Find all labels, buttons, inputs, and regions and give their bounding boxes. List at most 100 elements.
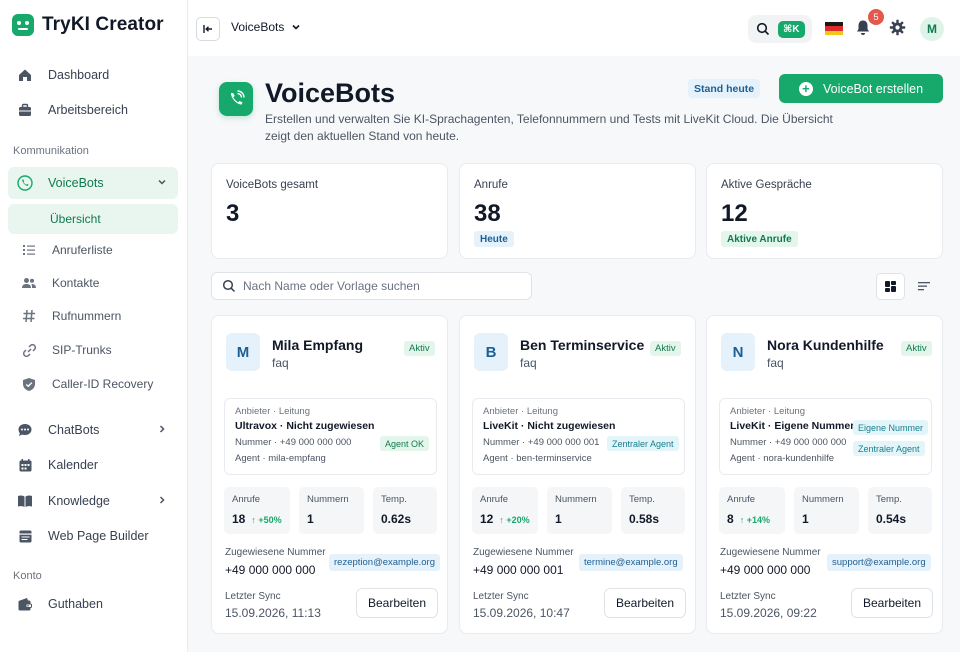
metric-calls: Anrufe 18 ↑ +50% <box>224 487 290 534</box>
link-icon <box>20 341 38 359</box>
metric-numbers: Nummern 1 <box>299 487 364 534</box>
sidebar: TryKI Creator Dashboard Arbeitsbereich K… <box>0 0 188 652</box>
sidebar-subitem-kontakte[interactable]: Kontakte <box>8 268 178 298</box>
sidebar-item-label: VoiceBots <box>48 176 104 190</box>
stat-value: 12 <box>721 200 748 227</box>
shortcut-badge: ⌘K <box>778 20 805 38</box>
grid-view-toggle[interactable] <box>876 273 905 300</box>
metric-label: Nummern <box>802 494 844 505</box>
bell-icon[interactable] <box>855 19 871 41</box>
metric-numbers: Nummern 1 <box>794 487 859 534</box>
german-flag-icon[interactable] <box>825 22 843 35</box>
collapse-sidebar-button[interactable] <box>196 17 220 41</box>
chevron-down-icon <box>156 176 168 191</box>
stat-card-active-conversations: Aktive Gespräche 12 Aktive Anrufe <box>706 163 943 259</box>
stat-tag: Heute <box>474 231 514 247</box>
sidebar-item-kalender[interactable]: Kalender <box>8 449 178 481</box>
sidebar-item-label: Anruferliste <box>52 243 113 257</box>
stand-badge: Stand heute <box>688 79 761 98</box>
sidebar-item-label: Dashboard <box>48 68 110 82</box>
voicebot-card[interactable]: M Mila Empfang faq Aktiv Anbieter · Leit… <box>211 315 448 634</box>
sidebar-item-label: ChatBots <box>48 423 100 437</box>
stat-label: Anrufe <box>474 179 508 191</box>
assigned-number-value: +49 000 000 000 <box>225 563 316 577</box>
sidebar-item-guthaben[interactable]: Guthaben <box>8 588 178 620</box>
calendar-icon <box>16 456 34 474</box>
bot-search-field[interactable] <box>211 272 532 300</box>
hash-icon <box>20 307 38 325</box>
sidebar-item-arbeitsbereich[interactable]: Arbeitsbereich <box>8 94 178 126</box>
stat-label: VoiceBots gesamt <box>226 179 319 191</box>
provider-info-box: Anbieter · Leitung LiveKit · Nicht zugew… <box>472 398 685 475</box>
sidebar-subitem-uebersicht[interactable]: Übersicht <box>8 204 178 234</box>
wallet-icon <box>16 595 34 613</box>
contacts-icon <box>20 274 38 292</box>
search-input[interactable] <box>243 279 513 293</box>
metric-numbers: Nummern 1 <box>547 487 612 534</box>
metric-label: Anrufe <box>480 494 508 505</box>
number-line: Nummer · +49 000 000 000 <box>730 437 847 448</box>
edit-button[interactable]: Bearbeiten <box>356 588 438 618</box>
list-view-toggle[interactable] <box>917 279 931 297</box>
shield-icon <box>20 375 38 393</box>
voicebot-card[interactable]: N Nora Kundenhilfe faq Aktiv Anbieter · … <box>706 315 943 634</box>
sidebar-subitem-caller-id-recovery[interactable]: Caller-ID Recovery <box>8 369 178 399</box>
book-icon <box>16 492 34 510</box>
bot-name: Nora Kundenhilfe <box>767 337 884 353</box>
create-voicebot-button[interactable]: + VoiceBot erstellen <box>779 74 943 103</box>
provider-info-box: Anbieter · Leitung LiveKit · Eigene Numm… <box>719 398 932 475</box>
sidebar-item-dashboard[interactable]: Dashboard <box>8 59 178 91</box>
provider-value: LiveKit · Nicht zugewiesen <box>483 420 616 432</box>
last-sync-value: 15.09.2026, 11:13 <box>225 606 321 620</box>
assigned-number-value: +49 000 000 001 <box>473 563 564 577</box>
sidebar-item-label: Kalender <box>48 458 99 472</box>
home-icon <box>16 66 34 84</box>
metric-label: Nummern <box>555 494 597 505</box>
metric-label: Anrufe <box>232 494 260 505</box>
sidebar-item-label: Caller-ID Recovery <box>52 377 154 391</box>
trend-up: ↑ +50% <box>251 515 282 525</box>
last-sync-label: Letzter Sync <box>225 591 281 602</box>
collapse-icon <box>203 25 212 33</box>
stat-card-voicebots-total: VoiceBots gesamt 3 <box>211 163 448 259</box>
status-badge: Aktiv <box>901 341 932 356</box>
edit-button[interactable]: Bearbeiten <box>851 588 933 618</box>
provider-value: Ultravox · Nicht zugewiesen <box>235 420 375 432</box>
bot-template: faq <box>520 356 537 370</box>
agent-line: Agent · nora-kundenhilfe <box>730 453 835 464</box>
edit-button[interactable]: Bearbeiten <box>604 588 686 618</box>
brand-name: TryKI Creator <box>42 14 164 35</box>
section-label-konto: Konto <box>13 570 42 582</box>
gear-icon[interactable] <box>889 19 906 41</box>
sidebar-subitem-anruferliste[interactable]: Anruferliste <box>8 235 178 265</box>
metric-value: 12 <box>480 512 494 526</box>
metric-value: 0.54s <box>876 512 907 526</box>
stat-value: 38 <box>474 200 501 227</box>
sidebar-item-chatbots[interactable]: ChatBots <box>8 414 178 446</box>
search-icon <box>756 22 770 36</box>
info-label: Anbieter · Leitung <box>235 406 310 417</box>
sidebar-subitem-sip-trunks[interactable]: SIP-Trunks <box>8 335 178 365</box>
breadcrumb[interactable]: VoiceBots <box>231 20 302 34</box>
notification-count-badge: 5 <box>868 9 884 25</box>
agent-status-tag: Zentraler Agent <box>607 436 679 451</box>
metric-temp: Temp. 0.54s <box>868 487 932 534</box>
search-icon <box>222 279 236 293</box>
voicebot-page-icon <box>219 82 253 116</box>
sort-lines-icon <box>918 282 930 291</box>
sidebar-item-web-page-builder[interactable]: Web Page Builder <box>8 520 178 552</box>
sidebar-item-knowledge[interactable]: Knowledge <box>8 485 178 517</box>
metric-label: Anrufe <box>727 494 755 505</box>
sidebar-item-voicebots[interactable]: VoiceBots <box>8 167 178 199</box>
brand[interactable]: TryKI Creator <box>12 14 164 36</box>
metric-value: 8 <box>727 512 734 526</box>
sidebar-item-label: Guthaben <box>48 597 103 611</box>
voicebot-card[interactable]: B Ben Terminservice faq Aktiv Anbieter ·… <box>459 315 696 634</box>
assigned-number-label: Zugewiesene Nummer <box>720 547 821 558</box>
sidebar-subitem-rufnummern[interactable]: Rufnummern <box>8 301 178 331</box>
info-label: Anbieter · Leitung <box>483 406 558 417</box>
sidebar-item-label: Knowledge <box>48 494 110 508</box>
user-avatar[interactable]: M <box>920 17 944 41</box>
number-type-tag: Eigene Nummer <box>853 420 929 435</box>
global-search-button[interactable]: ⌘K <box>748 15 812 43</box>
